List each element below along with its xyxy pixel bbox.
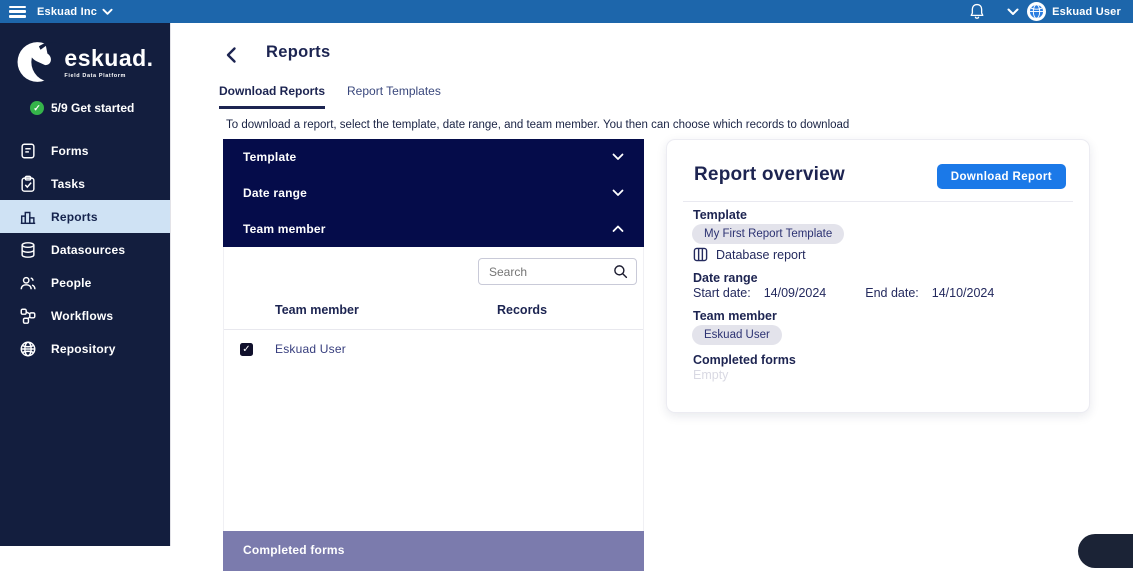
chevron-down-icon: [612, 153, 624, 160]
end-date-value: 14/10/2024: [931, 286, 995, 300]
get-started-label: 5/9 Get started: [51, 101, 135, 115]
database-report-columns-icon: [693, 247, 708, 262]
accordion-section-date-range[interactable]: Date range: [223, 175, 644, 211]
template-type-row: Database report: [693, 247, 806, 262]
download-report-button[interactable]: Download Report: [936, 164, 1066, 189]
sidebar-item-workflows[interactable]: Workflows: [0, 299, 170, 332]
team-member-list: Team member Records ✓ Eskuad User: [223, 247, 644, 531]
column-header-records: Records: [497, 303, 548, 317]
sidebar-item-people[interactable]: People: [0, 266, 170, 299]
completed-forms-section-label: Completed forms: [693, 353, 796, 367]
card-title: Report overview: [694, 164, 845, 185]
accordion-label: Template: [243, 150, 297, 164]
notifications-bell-icon[interactable]: [969, 3, 985, 20]
sidebar-item-label: Repository: [51, 341, 116, 356]
sidebar-item-label: Tasks: [51, 176, 86, 191]
tab-bar: Download Reports Report Templates: [219, 84, 441, 109]
sidebar-nav: Forms Tasks Reports Datasources People W…: [0, 134, 170, 365]
sidebar-item-label: Workflows: [51, 308, 114, 323]
start-date-label: Start date:: [693, 286, 751, 300]
eskuad-horse-logo-icon: [17, 42, 63, 82]
sidebar-item-label: Forms: [51, 143, 89, 158]
get-started-progress[interactable]: ✓ 5/9 Get started: [30, 101, 170, 115]
org-switcher[interactable]: Eskuad Inc: [37, 6, 97, 18]
tab-report-templates[interactable]: Report Templates: [347, 84, 441, 109]
report-filter-panel: Template Date range Team member Search T…: [223, 139, 644, 531]
divider: [683, 201, 1073, 202]
repository-icon: [20, 341, 36, 356]
date-range-section-label: Date range: [693, 271, 758, 285]
chat-widget-button[interactable]: [1078, 534, 1133, 568]
logo-tagline: Field Data Platform: [64, 73, 126, 79]
sidebar-item-label: People: [51, 275, 92, 290]
column-header-team-member: Team member: [275, 303, 359, 317]
tasks-icon: [21, 175, 35, 192]
accordion-label: Date range: [243, 186, 308, 200]
chevron-down-icon: [612, 189, 624, 196]
template-type-label: Database report: [716, 247, 806, 262]
hamburger-menu-icon[interactable]: [9, 5, 26, 18]
member-checkbox[interactable]: ✓: [240, 342, 253, 356]
sidebar-item-repository[interactable]: Repository: [0, 332, 170, 365]
sidebar-item-datasources[interactable]: Datasources: [0, 233, 170, 266]
sidebar-item-label: Reports: [51, 209, 98, 224]
search-box: [478, 258, 637, 285]
member-name: Eskuad User: [275, 342, 346, 356]
search-icon[interactable]: [613, 264, 628, 279]
workflows-icon: [20, 308, 36, 324]
eskuad-logo: eskuad. Field Data Platform: [0, 36, 170, 88]
main-content: Reports Download Reports Report Template…: [170, 23, 1133, 571]
datasources-icon: [21, 241, 35, 258]
reports-icon: [20, 211, 36, 224]
people-icon: [20, 276, 36, 289]
chevron-up-icon: [612, 225, 624, 232]
page-title: Reports: [266, 43, 331, 61]
accordion-label: Completed forms: [243, 543, 345, 557]
user-menu-chevron-icon[interactable]: [1007, 8, 1019, 16]
date-range-values: Start date: 14/09/2024 End date: 14/10/2…: [693, 286, 994, 300]
table-row[interactable]: ✓ Eskuad User: [224, 330, 643, 368]
template-section-label: Template: [693, 208, 747, 222]
forms-icon: [21, 143, 35, 158]
user-name[interactable]: Eskuad User: [1052, 6, 1121, 18]
top-bar: Eskuad Inc Eskuad User: [0, 0, 1133, 23]
end-date-label: End date:: [865, 286, 919, 300]
user-avatar[interactable]: [1027, 2, 1047, 21]
filter-accordion: Template Date range Team member: [223, 139, 644, 247]
globe-avatar-icon: [1029, 4, 1045, 19]
report-overview-card: Report overview Download Report Template…: [666, 139, 1090, 413]
page-description: To download a report, select the templat…: [226, 119, 850, 131]
sidebar-item-label: Datasources: [51, 242, 126, 257]
sidebar-item-forms[interactable]: Forms: [0, 134, 170, 167]
accordion-section-template[interactable]: Template: [223, 139, 644, 175]
check-circle-icon: ✓: [30, 101, 44, 115]
template-chip: My First Report Template: [692, 224, 845, 244]
sidebar-item-tasks[interactable]: Tasks: [0, 167, 170, 200]
search-input[interactable]: [479, 264, 613, 279]
team-member-chip: Eskuad User: [692, 325, 782, 345]
back-arrow-icon[interactable]: [222, 45, 242, 65]
team-member-section-label: Team member: [693, 309, 777, 323]
sidebar-item-reports[interactable]: Reports: [0, 200, 170, 233]
accordion-label: Team member: [243, 222, 326, 236]
start-date-value: 14/09/2024: [763, 286, 827, 300]
chevron-down-icon[interactable]: [102, 8, 113, 16]
accordion-section-team-member[interactable]: Team member: [223, 211, 644, 247]
accordion-section-completed-forms[interactable]: Completed forms: [223, 531, 644, 571]
tab-download-reports[interactable]: Download Reports: [219, 84, 326, 109]
completed-forms-value: Empty: [693, 368, 729, 382]
logo-wordmark: eskuad.: [64, 45, 154, 71]
sidebar: eskuad. Field Data Platform ✓ 5/9 Get st…: [0, 23, 170, 546]
